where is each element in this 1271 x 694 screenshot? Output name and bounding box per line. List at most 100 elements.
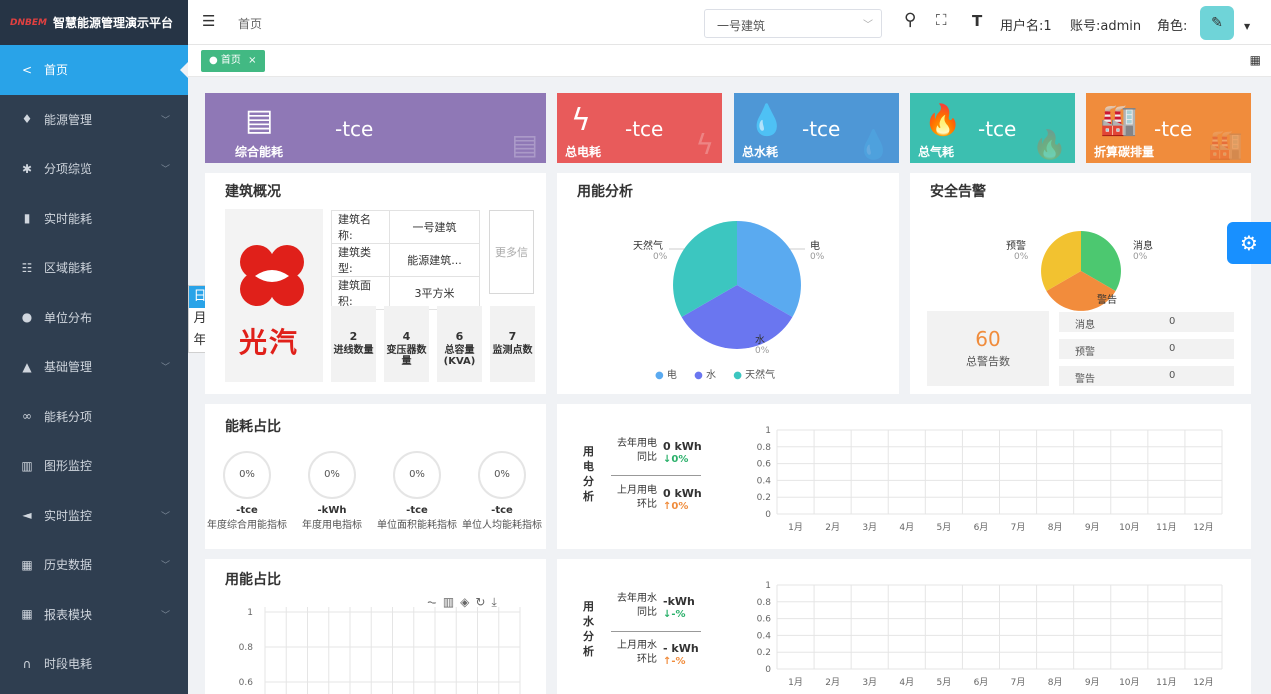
tab-home[interactable]: ● 首页 × bbox=[201, 50, 265, 72]
info-label: 建筑名称: bbox=[331, 210, 390, 244]
chevron-down-icon: ﹀ bbox=[160, 165, 170, 176]
stat-card-2[interactable]: 💧 -tce 总水耗 💧 bbox=[734, 93, 899, 163]
alarm-label-message: 消息 bbox=[1133, 241, 1153, 252]
usage-chart-ytick-label: 1 bbox=[247, 608, 253, 618]
building-count-2: 6 总容量(KVA) bbox=[437, 306, 482, 382]
stat-label: 总气耗 bbox=[918, 145, 955, 159]
alarm-row-value: 0 bbox=[1169, 343, 1176, 354]
electric-chart-xtick-label: 5月 bbox=[937, 522, 952, 533]
sidebar-item-0[interactable]: < 首页 bbox=[0, 45, 188, 95]
sidebar-item-11[interactable]: ▦ 报表模块 ﹀ bbox=[0, 590, 188, 640]
building-icon-watermark: ▤ bbox=[511, 128, 538, 161]
energy-analysis-card: 用能分析 电 0% 天然气 0% 水 0% ● 电 ● 水 ● 天然气 bbox=[557, 173, 899, 394]
building-info-table: 建筑名称: 一号建筑 建筑类型: 能源建筑... 建筑面积: 3平方米 bbox=[331, 210, 480, 310]
ratio-value: -tce bbox=[406, 505, 428, 516]
legend-item-gas[interactable]: ● 天然气 bbox=[733, 370, 775, 381]
bicycle-icon: ∞ bbox=[22, 409, 32, 424]
sidebar-item-2[interactable]: ✱ 分项综览 ﹀ bbox=[0, 144, 188, 194]
building-select[interactable]: 一号建筑 ﹀ bbox=[704, 9, 882, 38]
alarm-value-warning: 0% bbox=[1014, 252, 1029, 262]
count-label: 总容量(KVA) bbox=[443, 345, 476, 367]
sidebar: DNBEM 智慧能源管理演示平台 < 首页 ♦ 能源管理 ﹀ ✱ 分项综览 ﹀ ▮ 实时能耗 ☷ 区域… bbox=[0, 0, 188, 694]
role-label: 角色: bbox=[1157, 19, 1188, 34]
electric-chart-xtick-label: 11月 bbox=[1156, 522, 1176, 533]
water-yoy-percent: ↓-% bbox=[663, 609, 686, 620]
chevron-down-icon: ﹀ bbox=[160, 115, 170, 126]
settings-button[interactable]: ⚙ bbox=[1227, 222, 1271, 264]
font-size-icon[interactable]: T bbox=[972, 12, 982, 30]
sidebar-item-7[interactable]: ∞ 能耗分项 bbox=[0, 392, 188, 442]
electric-chart-xtick-label: 1月 bbox=[788, 522, 803, 533]
sidebar-item-9[interactable]: ◄ 实时监控 ﹀ bbox=[0, 491, 188, 541]
alarm-total-box: 60 总警告数 bbox=[927, 311, 1049, 386]
stat-card-3[interactable]: 🔥 -tce 总气耗 🔥 bbox=[910, 93, 1075, 163]
tab-bar: ● 首页 × ▦ bbox=[188, 45, 1271, 77]
close-icon[interactable]: × bbox=[248, 55, 256, 66]
water-chart-xtick-label: 2月 bbox=[825, 677, 840, 688]
water-monthly-chart: 00.20.40.60.811月 2月 3月 4月 5月 6月 7月 8月 9月 10月 11月 12… bbox=[757, 581, 1223, 688]
grid-menu-icon[interactable]: ▦ bbox=[1250, 53, 1261, 67]
logo-mark: DNBEM bbox=[10, 17, 47, 28]
electric-chart-xtick-label: 7月 bbox=[1011, 522, 1026, 533]
sidebar-item-12[interactable]: ∩ 时段电耗 bbox=[0, 639, 188, 689]
sidebar-item-6[interactable]: ▲ 基础管理 ﹀ bbox=[0, 342, 188, 392]
sidebar-item-label: 实时能耗 bbox=[44, 211, 93, 226]
stat-label: 综合能耗 bbox=[235, 145, 284, 159]
stat-card-4[interactable]: 🏭 -tce 折算碳排量 🏭 bbox=[1086, 93, 1251, 163]
count-label: 监测点数 bbox=[492, 345, 533, 356]
sidebar-item-label: 历史数据 bbox=[44, 558, 93, 573]
ratio-caption: 单位人均能耗指标 bbox=[462, 520, 542, 531]
location-icon: ● bbox=[21, 310, 33, 325]
info-value: 能源建筑... bbox=[389, 243, 480, 277]
water-chart-ytick-label: 0 bbox=[765, 665, 771, 675]
users-icon: ☷ bbox=[21, 260, 33, 275]
ratio-label-3: -tce 单位人均能耗指标 bbox=[458, 505, 546, 531]
sidebar-item-label: 区域能耗 bbox=[44, 261, 93, 276]
stat-value: -tce bbox=[978, 117, 1017, 141]
search-icon[interactable]: ⚲ bbox=[904, 10, 916, 30]
info-value: 一号建筑 bbox=[389, 210, 480, 244]
sidebar-item-5[interactable]: ● 单位分布 bbox=[0, 293, 188, 343]
building-overview-title: 建筑概况 bbox=[225, 184, 281, 200]
legend-item-water[interactable]: ● 水 bbox=[694, 370, 716, 381]
electric-analysis-card: 用电分析 去年用电同比 0 kWh ↓0% 上月用电环比 0 kWh ↑0% 0… bbox=[557, 404, 1251, 549]
electric-chart-ytick-label: 0.6 bbox=[757, 460, 772, 470]
binoculars-icon: ∩ bbox=[22, 656, 32, 671]
sidebar-item-10[interactable]: ▦ 历史数据 ﹀ bbox=[0, 540, 188, 590]
alarm-row-value: 0 bbox=[1169, 316, 1176, 327]
stat-card-0[interactable]: ▤ -tce 综合能耗 ▤ bbox=[205, 93, 546, 163]
water-chart-xtick-label: 12月 bbox=[1193, 677, 1213, 688]
count-value: 7 bbox=[508, 330, 517, 343]
ratio-label-2: -tce 单位面积能耗指标 bbox=[373, 505, 461, 531]
stat-card-1[interactable]: ϟ -tce 总电耗 ϟ bbox=[557, 93, 722, 163]
water-drop-icon-watermark: 💧 bbox=[856, 128, 891, 161]
water-mom-value: - kWh bbox=[663, 642, 699, 655]
sidebar-item-3[interactable]: ▮ 实时能耗 bbox=[0, 194, 188, 244]
more-info-button[interactable]: 更多信息 bbox=[489, 210, 534, 294]
asterisk-icon: ✱ bbox=[21, 161, 33, 176]
water-chart-xtick-label: 10月 bbox=[1119, 677, 1139, 688]
stat-value: -tce bbox=[802, 117, 841, 141]
legend-item-electric[interactable]: ● 电 bbox=[655, 370, 677, 381]
sidebar-item-label: 报表模块 bbox=[44, 607, 93, 622]
breadcrumb[interactable]: 首页 bbox=[238, 15, 262, 32]
stat-value: -tce bbox=[335, 117, 374, 141]
fullscreen-icon[interactable]: ⛶ bbox=[936, 11, 947, 29]
alarm-label-alert: 警告 bbox=[1097, 295, 1117, 306]
usage-chart-ytick-label: 0.6 bbox=[239, 678, 254, 688]
ratio-value: -kWh bbox=[317, 505, 347, 516]
count-value: 4 bbox=[402, 330, 411, 343]
avatar[interactable]: ✎ bbox=[1200, 6, 1234, 40]
electric-chart-xtick-label: 6月 bbox=[974, 522, 989, 533]
sidebar-item-8[interactable]: ▥ 图形监控 bbox=[0, 441, 188, 491]
electric-chart-xtick-label: 9月 bbox=[1085, 522, 1100, 533]
sidebar-item-1[interactable]: ♦ 能源管理 ﹀ bbox=[0, 95, 188, 145]
alarm-row-label: 预警 bbox=[1075, 347, 1095, 358]
caret-down-icon[interactable]: ▼ bbox=[1244, 22, 1250, 31]
building-info-row: 建筑名称: 一号建筑 bbox=[331, 210, 480, 244]
menu-toggle-icon[interactable]: ☰ bbox=[202, 12, 215, 30]
chevron-down-icon: ﹀ bbox=[160, 561, 170, 572]
ratio-circle-2: 0% bbox=[393, 451, 441, 499]
ratio-value: -tce bbox=[236, 505, 258, 516]
sidebar-item-4[interactable]: ☷ 区域能耗 bbox=[0, 243, 188, 293]
